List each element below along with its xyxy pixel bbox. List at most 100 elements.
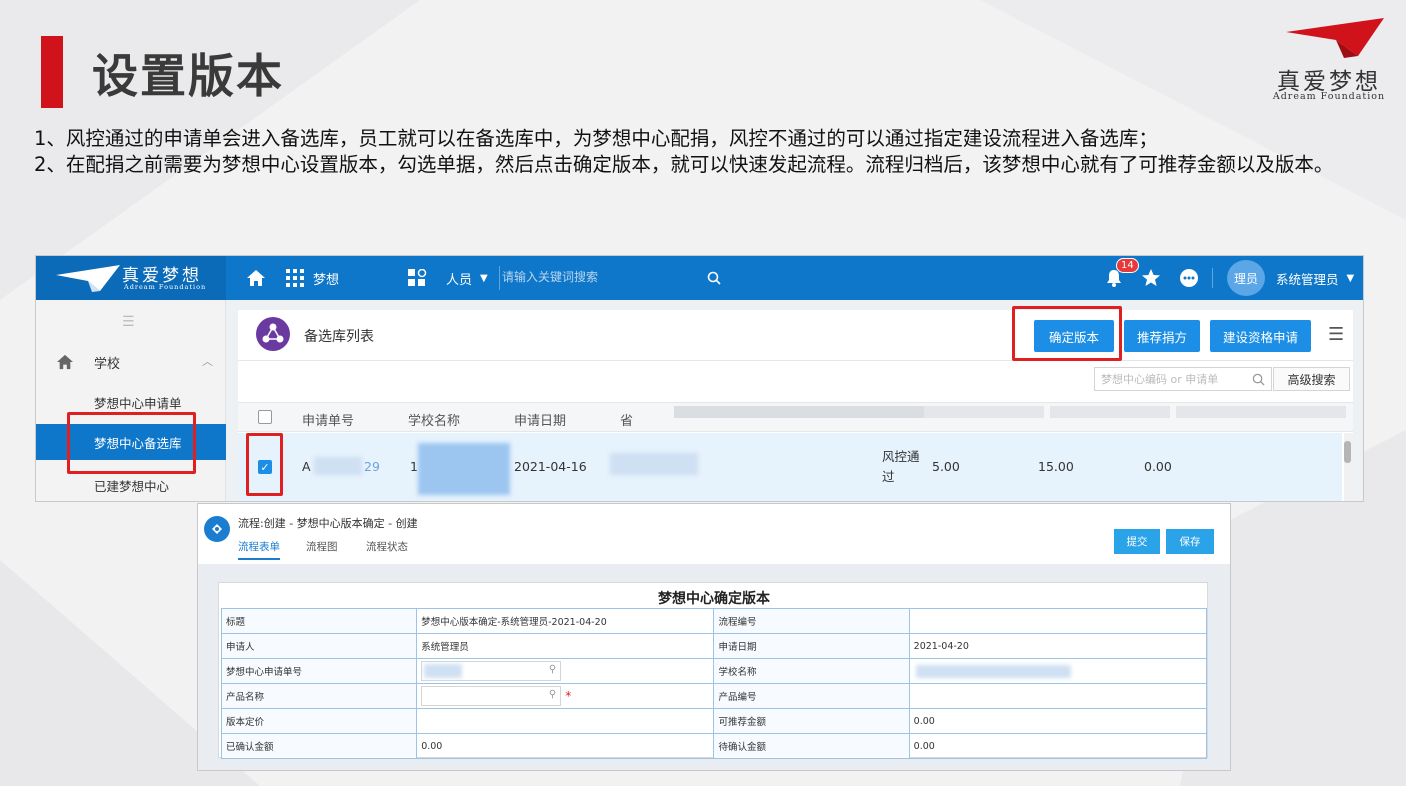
submit-button[interactable]: 提交 [1114, 529, 1160, 554]
tab-flowchart[interactable]: 流程图 [306, 539, 338, 554]
obscured-header [1050, 406, 1170, 418]
description-paragraph-1: 1、风控通过的申请单会进入备选库，员工就可以在备选库中，为梦想中心配捐，风控不通… [34, 127, 1158, 150]
build-qualification-button[interactable]: 建设资格申请 [1210, 320, 1311, 352]
applicant-field: 系统管理员 [416, 633, 715, 659]
confirmed-amount-field: 0.00 [416, 733, 715, 759]
obscured-header [674, 406, 924, 418]
notification-badge: 14 [1116, 258, 1139, 273]
list-view-icon[interactable]: ☰ [1328, 324, 1344, 345]
form-header: 流程:创建 - 梦想中心版本确定 - 创建 流程表单 流程图 流程状态 提交 保… [198, 504, 1230, 564]
table-row[interactable]: ✓ A 29 1 2021-04-16 风控通过 5.00 15.00 0.00 [238, 433, 1342, 501]
sidebar-item-label: 梦想中心备选库 [94, 435, 182, 451]
sidebar-item-candidate-pool[interactable]: 梦想中心备选库 [36, 424, 226, 460]
obscured-header [1176, 406, 1346, 418]
sidebar-item-applications[interactable]: 梦想中心申请单 [36, 384, 226, 420]
title-field[interactable]: 梦想中心版本确定-系统管理员-2021-04-20 [416, 608, 715, 634]
select-all-checkbox[interactable] [258, 410, 272, 424]
obscured-header [924, 406, 1044, 418]
slide-title: 设置版本 [92, 49, 284, 103]
nav-dream[interactable]: 梦想 [286, 256, 339, 300]
product-name-picker[interactable]: ⚲ [421, 686, 562, 706]
field-label: 产品名称 [220, 683, 418, 709]
field-label: 学校名称 [713, 658, 910, 684]
table-header: 申请单号 学校名称 申请日期 省 [238, 402, 1353, 432]
menu-collapse-icon[interactable]: ☰ [122, 314, 135, 330]
redacted-id [314, 457, 362, 475]
field-label: 流程编号 [713, 608, 910, 634]
pending-amount-field: 0.00 [908, 733, 1208, 759]
filter-input[interactable] [1094, 367, 1272, 391]
sidebar-group-school[interactable]: 学校 ︿ [36, 343, 226, 381]
home-icon[interactable] [246, 256, 266, 300]
sidebar-item-built-centers[interactable]: 已建梦想中心 [36, 467, 226, 501]
recommendable-amount-field: 0.00 [908, 708, 1208, 734]
top-navbar: 真爱梦想 Adream Foundation 梦想 人员 ▼ 请输入关键词搜索 … [36, 256, 1363, 300]
chevron-down-icon: ▼ [1346, 272, 1355, 284]
star-icon[interactable] [1141, 256, 1161, 300]
nav-divider [499, 266, 500, 290]
form-row: 梦想中心申请单号 ⚲ 学校名称 [220, 658, 1208, 684]
product-number-field [908, 683, 1208, 709]
redacted-province [610, 453, 698, 475]
recommend-donor-button[interactable]: 推荐捐方 [1124, 320, 1200, 352]
search-icon[interactable] [1252, 371, 1265, 390]
required-mark: * [565, 689, 572, 703]
advanced-search-button[interactable]: 高级搜索 [1273, 367, 1350, 391]
field-label: 产品编号 [713, 683, 910, 709]
app-logo[interactable]: 真爱梦想 Adream Foundation [36, 256, 226, 300]
apps-icon[interactable] [408, 256, 427, 300]
form-row: 产品名称 ⚲ * 产品编号 [220, 683, 1208, 709]
save-button[interactable]: 保存 [1166, 529, 1214, 554]
field-label: 标题 [220, 608, 418, 634]
application-number-picker[interactable]: ⚲ [421, 661, 562, 681]
tab-form[interactable]: 流程表单 [238, 539, 280, 560]
more-icon[interactable] [1179, 256, 1199, 300]
scrollbar-thumb[interactable] [1344, 441, 1351, 463]
column-header[interactable]: 申请单号 [302, 410, 354, 429]
field-label: 申请人 [220, 633, 418, 659]
avatar[interactable]: 理员 [1227, 260, 1265, 296]
application-id-prefix[interactable]: A [302, 459, 311, 474]
column-header[interactable]: 学校名称 [408, 410, 460, 429]
column-header[interactable]: 申请日期 [514, 410, 566, 429]
workflow-logo-icon [204, 516, 230, 542]
brand-subtitle: Adream Foundation [1272, 91, 1386, 102]
workflow-form-window: 流程:创建 - 梦想中心版本确定 - 创建 流程表单 流程图 流程状态 提交 保… [197, 503, 1231, 771]
form-heading: 梦想中心确定版本 [658, 591, 770, 607]
school-name-prefix: 1 [410, 459, 418, 474]
row-checkbox[interactable]: ✓ [258, 460, 272, 474]
search-icon[interactable]: ⚲ [549, 689, 556, 700]
application-id-suffix[interactable]: 29 [364, 459, 380, 474]
description: 1、风控通过的申请单会进入备选库，员工就可以在备选库中，为梦想中心配捐，风控不通… [34, 126, 1364, 178]
form-row: 已确认金额 0.00 待确认金额 0.00 [220, 733, 1208, 759]
home-icon [57, 354, 73, 370]
people-select[interactable]: 人员 ▼ [446, 256, 488, 300]
user-name: 系统管理员 [1276, 271, 1339, 287]
tab-status[interactable]: 流程状态 [366, 539, 408, 554]
description-paragraph-2: 2、在配捐之前需要为梦想中心设置版本，勾选单据，然后点击确定版本，就可以快速发起… [34, 153, 1334, 176]
search-icon[interactable] [707, 256, 721, 300]
grid-icon [286, 269, 304, 287]
field-label: 待确认金额 [713, 733, 910, 759]
app-logo-subtitle: Adream Foundation [124, 283, 207, 291]
application-date: 2021-04-16 [514, 459, 587, 474]
title-accent-bar [41, 36, 63, 108]
form-card: 梦想中心确定版本 标题 梦想中心版本确定-系统管理员-2021-04-20 流程… [218, 582, 1208, 759]
form-body: 梦想中心确定版本 标题 梦想中心版本确定-系统管理员-2021-04-20 流程… [198, 564, 1230, 770]
risk-status: 风控通过 [882, 449, 920, 484]
column-header[interactable]: 省 [620, 410, 633, 429]
nav-dream-label: 梦想 [313, 272, 340, 288]
sidebar-group-label: 学校 [94, 356, 121, 372]
user-menu[interactable]: 系统管理员 ▼ [1276, 256, 1354, 300]
global-search-input[interactable] [502, 265, 727, 289]
form-row: 版本定价 可推荐金额 0.00 [220, 708, 1208, 734]
confirm-version-button[interactable]: 确定版本 [1034, 320, 1114, 352]
search-icon[interactable]: ⚲ [549, 664, 556, 675]
main-content: 备选库列表 确定版本 推荐捐方 建设资格申请 ☰ 高级搜索 申请单号 学校名称 … [226, 300, 1363, 501]
nav-divider [1212, 268, 1213, 288]
redacted-school-name [915, 665, 1071, 678]
scrollbar[interactable] [1344, 433, 1353, 501]
form-table: 标题 梦想中心版本确定-系统管理员-2021-04-20 流程编号 申请人 系统… [220, 608, 1208, 759]
form-row: 申请人 系统管理员 申请日期 2021-04-20 [220, 633, 1208, 659]
people-select-label: 人员 [446, 272, 473, 288]
